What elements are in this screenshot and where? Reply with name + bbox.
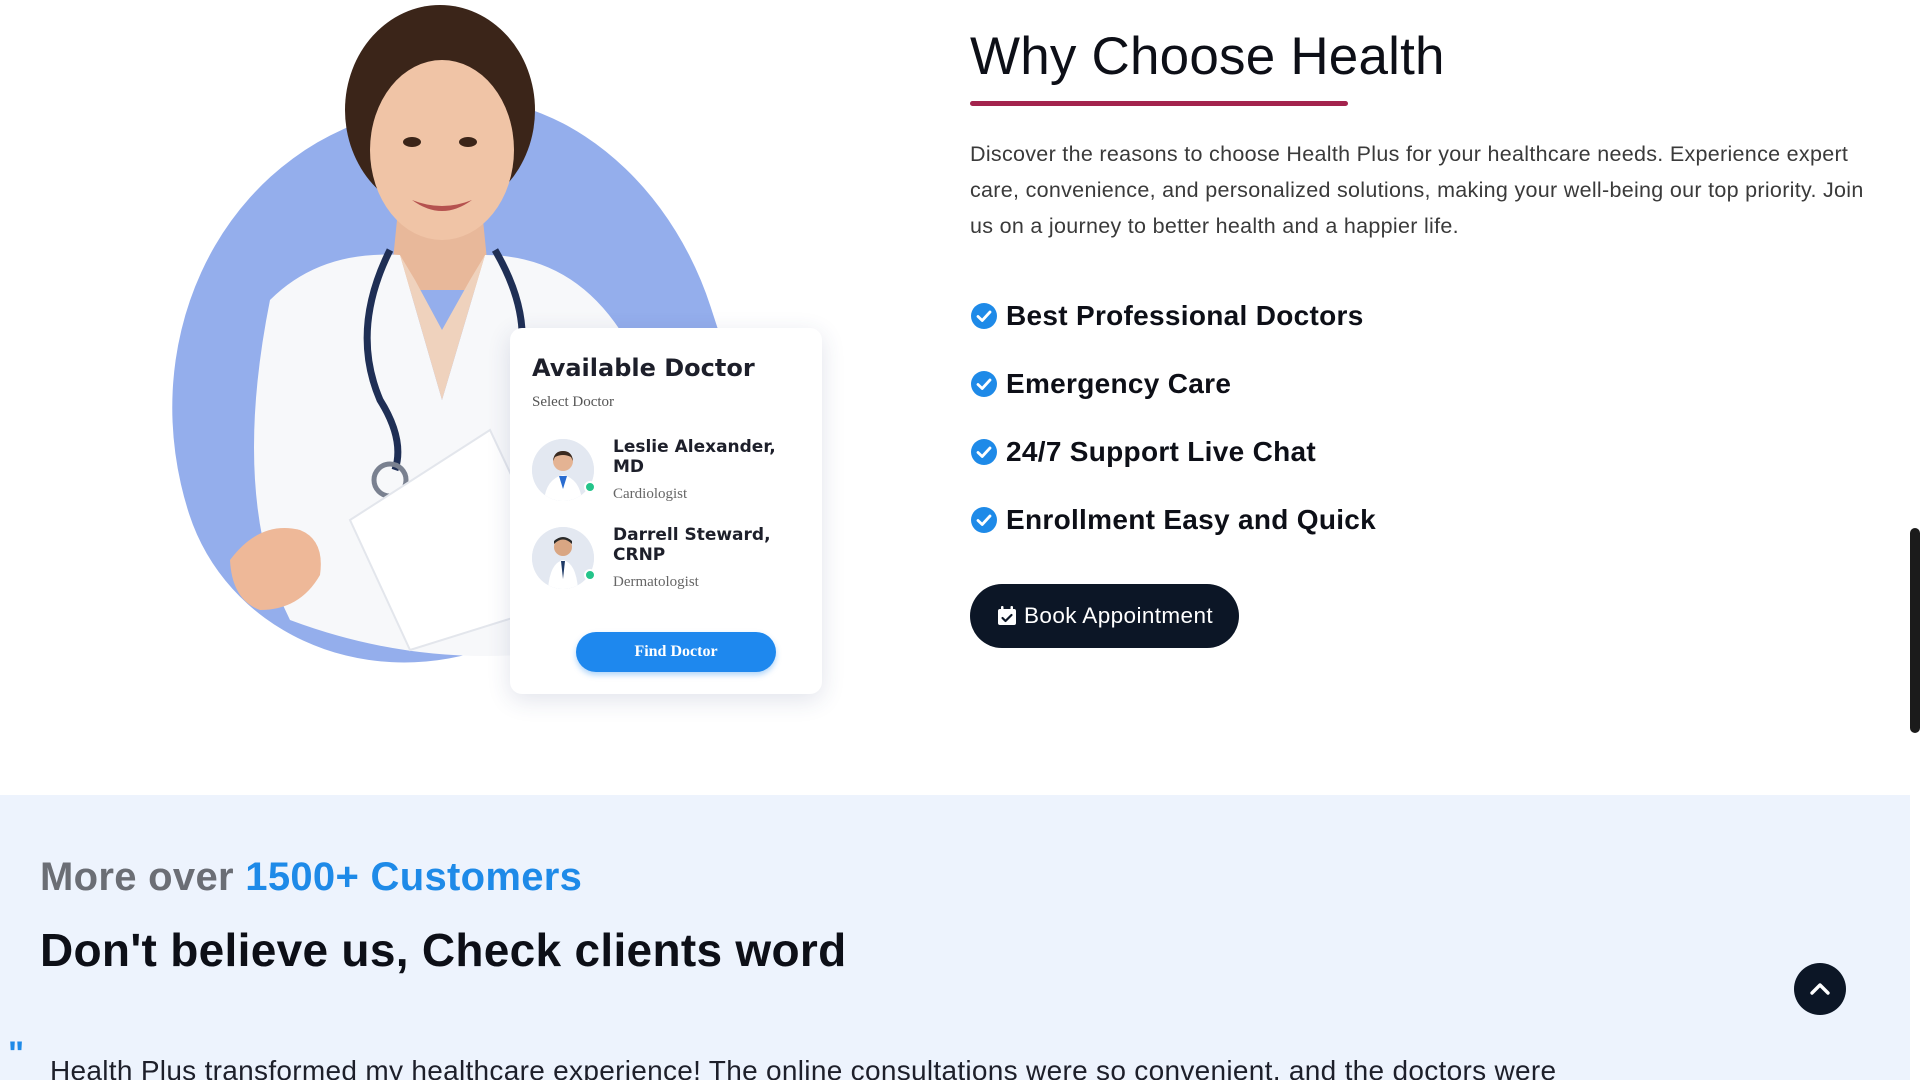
feature-label: Best Professional Doctors xyxy=(1006,300,1364,331)
doctor-row[interactable]: Darrell Steward, CRNP Dermatologist xyxy=(532,525,800,591)
doctor-avatar-icon xyxy=(532,527,594,589)
doctor-row[interactable]: Leslie Alexander, MD Cardiologist xyxy=(532,437,800,503)
tagline-lead: More over xyxy=(40,855,234,899)
testimonial-quote: Health Plus transformed my healthcare ex… xyxy=(50,1055,1557,1080)
feature-item: Best Professional Doctors xyxy=(970,282,1870,350)
check-circle-icon xyxy=(971,371,997,397)
doctor-name: Leslie Alexander, MD xyxy=(613,437,776,477)
book-appointment-label: Book Appointment xyxy=(1024,603,1214,628)
online-status-dot xyxy=(584,481,596,493)
card-title: Available Doctor xyxy=(532,354,755,382)
available-doctor-card: Available Doctor Select Doctor Leslie Al… xyxy=(510,328,822,694)
hero-visual: Available Doctor Select Doctor Leslie Al… xyxy=(90,0,850,724)
customers-tagline: More over 1500+ Customers xyxy=(40,855,582,900)
section-title: Why Choose Health xyxy=(970,27,1445,86)
book-appointment-button[interactable]: Book Appointment xyxy=(970,584,1240,648)
feature-item: Emergency Care xyxy=(970,350,1870,418)
title-underline xyxy=(970,101,1348,106)
check-circle-icon xyxy=(971,507,997,533)
scrollbar-thumb[interactable] xyxy=(1910,528,1920,733)
tagline-highlight: 1500+ Customers xyxy=(245,855,583,899)
feature-label: Emergency Care xyxy=(1006,368,1232,399)
online-status-dot xyxy=(584,569,596,581)
testimonials-heading: Don't believe us, Check clients word xyxy=(40,924,847,976)
why-choose-section: Why Choose Health Discover the reasons t… xyxy=(970,26,1870,648)
check-circle-icon xyxy=(971,303,997,329)
quote-mark-icon: " xyxy=(8,1035,25,1073)
check-circle-icon xyxy=(971,439,997,465)
doctor-name: Darrell Steward, CRNP xyxy=(613,525,771,565)
card-subtitle: Select Doctor xyxy=(532,394,615,410)
section-description: Discover the reasons to choose Health Pl… xyxy=(970,142,1864,238)
avatar xyxy=(532,439,596,501)
calendar-check-icon xyxy=(998,606,1016,625)
find-doctor-button[interactable]: Find Doctor xyxy=(576,632,776,672)
doctor-specialty: Dermatologist xyxy=(613,574,699,590)
feature-label: 24/7 Support Live Chat xyxy=(1006,436,1316,467)
feature-item: Enrollment Easy and Quick xyxy=(970,486,1870,554)
avatar xyxy=(532,527,596,589)
doctor-avatar-icon xyxy=(532,439,594,501)
doctor-specialty: Cardiologist xyxy=(613,486,688,502)
feature-list: Best Professional Doctors Emergency Care… xyxy=(970,282,1870,554)
feature-item: 24/7 Support Live Chat xyxy=(970,418,1870,486)
testimonials-section: More over 1500+ Customers Don't believe … xyxy=(0,795,1910,1080)
back-to-top-button[interactable] xyxy=(1794,963,1846,1015)
feature-label: Enrollment Easy and Quick xyxy=(1006,504,1377,535)
chevron-up-icon xyxy=(1810,983,1830,995)
